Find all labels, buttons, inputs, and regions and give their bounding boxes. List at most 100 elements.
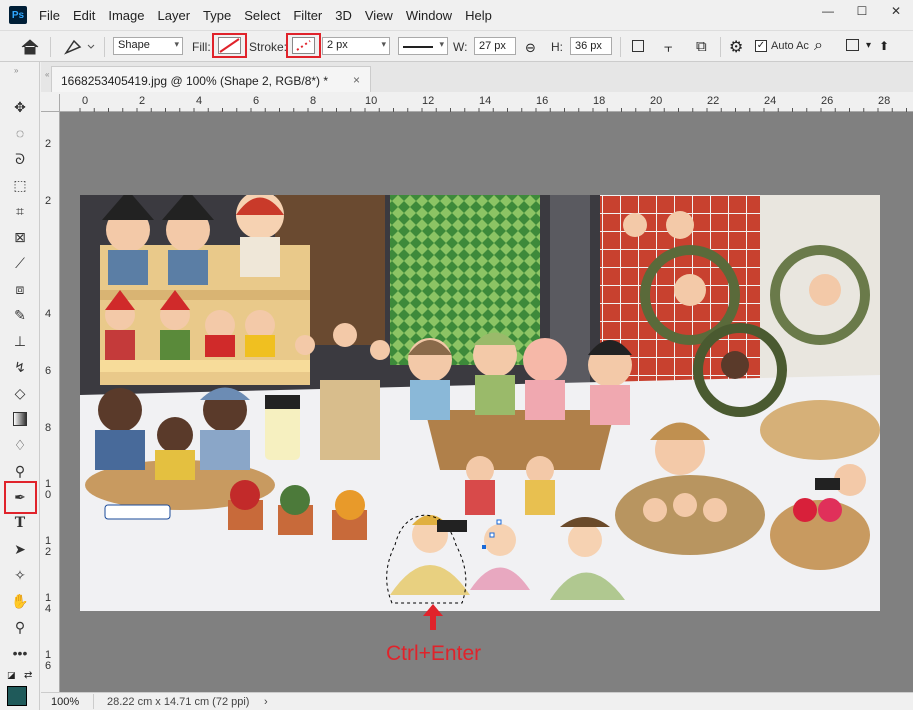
tools-panel: » ✥ ◌ ᘐ ⬚ ⌗ ⊠ ⟋ ⧈ ✎ ⊥ ↯ ◇ ♢ ⚲ ✒ T ➤ ✧ ✋ … (0, 62, 40, 710)
hand-tool-icon[interactable]: ✋ (9, 590, 31, 612)
crop-tool-icon[interactable]: ⌗ (9, 200, 31, 222)
path-selection-tool-icon[interactable]: ➤ (9, 538, 31, 560)
home-icon[interactable] (20, 38, 40, 59)
photo-illustration (80, 195, 880, 611)
width-input[interactable]: 27 px (474, 37, 516, 55)
type-tool-icon[interactable]: T (9, 512, 31, 534)
menu-bar: Ps File Edit Image Layer Type Select Fil… (0, 0, 913, 30)
chevron-down-icon[interactable]: ▾ (866, 40, 871, 51)
frame-tool-icon[interactable]: ⊠ (9, 226, 31, 248)
more-tools-icon[interactable]: ••• (9, 642, 31, 664)
zoom-level[interactable]: 100% (51, 696, 79, 708)
menu-type[interactable]: Type (203, 8, 231, 23)
arrow-up-icon (420, 602, 446, 635)
ruler-tick: 10 (45, 478, 52, 501)
document-tab-title: 1668253405419.jpg @ 100% (Shape 2, RGB/8… (61, 74, 329, 88)
link-icon[interactable]: ⊖ (525, 40, 536, 56)
menu-window[interactable]: Window (406, 8, 452, 23)
chevron-down-icon: ▾ (174, 39, 179, 49)
stroke-label: Stroke: (249, 40, 288, 54)
width-label: W: (453, 40, 468, 54)
ruler-tick: 2 (45, 138, 52, 150)
ruler-tick: 2 (45, 195, 52, 207)
shape-mode-select[interactable]: Shape ▾ (113, 37, 183, 55)
eraser-tool-icon[interactable]: ◇ (9, 382, 31, 404)
menu-help[interactable]: Help (465, 8, 492, 23)
ruler-tick: 8 (45, 422, 52, 434)
clone-stamp-tool-icon[interactable]: ⊥ (9, 330, 31, 352)
brush-tool-icon[interactable]: ✎ (9, 304, 31, 326)
swap-colors-icon[interactable]: ⇄ (24, 670, 32, 681)
history-brush-tool-icon[interactable]: ↯ (9, 356, 31, 378)
menu-3d[interactable]: 3D (335, 8, 352, 23)
object-selection-tool-icon[interactable]: ⬚ (9, 174, 31, 196)
menu-filter[interactable]: Filter (293, 8, 322, 23)
app-logo: Ps (9, 6, 27, 24)
menu-select[interactable]: Select (244, 8, 280, 23)
auto-add-delete-label: Auto Ac (771, 40, 809, 52)
chevron-right-icon[interactable]: › (264, 696, 268, 708)
custom-shape-tool-icon[interactable]: ✧ (9, 564, 31, 586)
dodge-tool-icon[interactable]: ⚲ (9, 460, 31, 482)
auto-add-delete-checkbox[interactable]: ✓ (755, 40, 767, 52)
window-controls: — ☐ ✕ (811, 0, 913, 24)
pen-tool-preset-icon[interactable] (62, 37, 96, 60)
ruler-tick: 16 (45, 649, 52, 672)
ruler-tick: 6 (45, 365, 52, 377)
eyedropper-tool-icon[interactable]: ⟋ (9, 252, 31, 274)
restore-button[interactable]: ☐ (845, 0, 879, 22)
chevron-down-icon: ▾ (439, 39, 444, 49)
collapse-icon[interactable]: » (14, 66, 18, 75)
ruler-tick: 4 (45, 308, 52, 320)
close-button[interactable]: ✕ (879, 0, 913, 22)
height-input[interactable]: 36 px (570, 37, 612, 55)
gradient-tool-icon[interactable] (9, 408, 31, 430)
default-colors-icon[interactable]: ◪ (7, 670, 16, 681)
stroke-width-select[interactable]: 2 px ▾ (322, 37, 390, 55)
ruler-corner (41, 94, 60, 112)
share-icon[interactable]: ⬆ (879, 39, 889, 53)
gear-icon[interactable]: ⚙ (729, 37, 743, 57)
chevron-down-icon: ▾ (381, 39, 386, 49)
healing-brush-tool-icon[interactable]: ⧈ (9, 278, 31, 300)
search-icon[interactable]: ⌕ (814, 37, 823, 55)
menu-image[interactable]: Image (108, 8, 144, 23)
status-bar: 100% 28.22 cm x 14.71 cm (72 ppi) › (41, 692, 913, 710)
ruler-tick: 12 (45, 535, 52, 558)
document-info: 28.22 cm x 14.71 cm (72 ppi) (107, 696, 250, 708)
workspace-icon[interactable] (846, 39, 859, 51)
foreground-color-swatch[interactable] (7, 686, 27, 706)
stroke-width-value: 2 px (327, 39, 348, 51)
document-tab[interactable]: 1668253405419.jpg @ 100% (Shape 2, RGB/8… (51, 66, 371, 92)
horizontal-ruler[interactable]: 0 2 4 6 8 10 12 14 16 18 20 22 24 26 28 (60, 94, 913, 112)
menu-file[interactable]: File (39, 8, 60, 23)
tab-close-icon[interactable]: × (353, 73, 360, 87)
zoom-tool-icon[interactable]: ⚲ (9, 616, 31, 638)
stroke-swatch[interactable] (292, 37, 315, 54)
document-tab-bar: « 1668253405419.jpg @ 100% (Shape 2, RGB… (41, 62, 913, 92)
ruler-tick: 14 (45, 592, 52, 615)
lasso-tool-icon[interactable]: ᘐ (9, 148, 31, 170)
document-photo[interactable] (80, 195, 880, 611)
blur-tool-icon[interactable]: ♢ (9, 434, 31, 456)
options-bar: Shape ▾ Fill: Stroke: 2 px ▾ ▾ W: 27 px … (0, 30, 913, 62)
height-label: H: (551, 40, 563, 54)
vertical-ruler[interactable]: 2 2 4 6 8 10 12 14 16 (41, 112, 60, 692)
menu-view[interactable]: View (365, 8, 393, 23)
minimize-button[interactable]: — (811, 0, 845, 22)
path-alignment-icon[interactable]: ⫟ (664, 39, 672, 56)
shape-mode-value: Shape (118, 39, 150, 51)
path-arrangement-icon[interactable]: ⧉ (696, 38, 707, 55)
collapse-icon[interactable]: « (45, 70, 49, 79)
stroke-type-select[interactable]: ▾ (398, 37, 448, 55)
fill-label: Fill: (192, 40, 211, 54)
move-tool-icon[interactable]: ✥ (9, 96, 31, 118)
menu-layer[interactable]: Layer (158, 8, 191, 23)
fill-swatch[interactable] (218, 37, 241, 54)
menu-edit[interactable]: Edit (73, 8, 95, 23)
marquee-tool-icon[interactable]: ◌ (9, 122, 31, 144)
pen-tool-icon[interactable]: ✒ (9, 486, 31, 508)
stroke-line-icon (403, 46, 433, 48)
path-operations-icon[interactable] (632, 40, 644, 52)
shortcut-annotation: Ctrl+Enter (386, 642, 482, 665)
